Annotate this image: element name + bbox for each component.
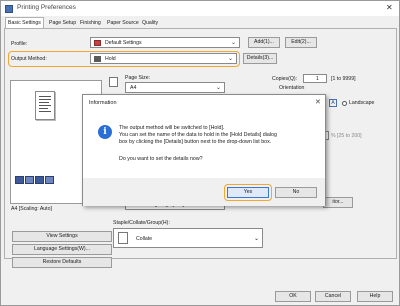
- output-method-value: Hold: [105, 56, 116, 62]
- details-button[interactable]: Details(3)...: [243, 53, 277, 64]
- info-icon: i: [98, 125, 112, 139]
- add-profile-button[interactable]: Add(1)...: [248, 37, 280, 48]
- dialog-message-line-2: You can set the name of the data to hold…: [119, 132, 277, 138]
- page-size-icon: [109, 77, 118, 87]
- page-size-select[interactable]: A4 ⌄: [125, 82, 225, 93]
- help-button[interactable]: Help: [357, 291, 393, 302]
- edit-profile-button[interactable]: Edit(2)...: [285, 37, 317, 48]
- duplex-icon: [25, 176, 34, 184]
- landscape-radio[interactable]: [342, 101, 347, 106]
- chevron-down-icon: ⌄: [227, 56, 233, 62]
- orientation-label: Orientation: [279, 85, 305, 91]
- profile-select[interactable]: Default Settings ⌄: [90, 37, 240, 48]
- layout-icon: [15, 176, 24, 184]
- printing-preferences-window: Printing Preferences ✕ Basic Settings Pa…: [0, 0, 400, 306]
- scaling-range: % [25 to 200]: [331, 133, 362, 139]
- view-settings-button[interactable]: View Settings: [12, 231, 112, 242]
- staple-collate-label: Staple/Collate/Group(H):: [113, 220, 170, 226]
- collate-icon: [45, 176, 54, 184]
- staple-collate-select[interactable]: Collate ⌄: [113, 228, 263, 248]
- output-method-select[interactable]: Hold ⌄: [90, 53, 237, 64]
- tab-paper-source[interactable]: Paper Source: [105, 18, 141, 28]
- dialog-footer: Yes No: [83, 178, 325, 206]
- landscape-icon: A: [329, 99, 337, 107]
- dialog-title: Information: [89, 100, 117, 106]
- preview-caption: A4 [Scaling: Auto]: [11, 206, 52, 212]
- dialog-question: Do you want to set the details now?: [119, 156, 203, 162]
- cancel-button[interactable]: Cancel: [315, 291, 351, 302]
- collate-page-icon: [118, 232, 128, 244]
- chevron-down-icon: ⌄: [253, 236, 259, 242]
- title-bar: Printing Preferences ✕: [1, 1, 399, 16]
- dialog-message-line-3: box by clicking the [Details] button nex…: [119, 139, 272, 145]
- restore-defaults-button[interactable]: Restore Defaults: [12, 257, 112, 268]
- no-button[interactable]: No: [275, 187, 317, 198]
- window-title: Printing Preferences: [17, 4, 76, 11]
- copies-value: 1: [316, 76, 319, 82]
- staple-icon: [35, 176, 44, 184]
- chevron-down-icon: ⌄: [230, 40, 236, 46]
- profile-label: Profile:: [11, 41, 28, 47]
- dialog-close-icon[interactable]: ✕: [315, 98, 321, 106]
- copies-label: Copies(Q):: [272, 76, 298, 82]
- landscape-label: Landscape: [349, 100, 375, 106]
- window-close-icon[interactable]: ✕: [386, 3, 393, 12]
- profile-icon: [94, 40, 101, 46]
- printer-icon: [5, 5, 13, 13]
- copies-range: [1 to 9999]: [331, 76, 356, 82]
- ok-button[interactable]: OK: [275, 291, 311, 302]
- output-method-label: Output Method:: [11, 56, 47, 62]
- yes-button[interactable]: Yes: [227, 187, 269, 198]
- staple-collate-value: Collate: [136, 236, 153, 242]
- tab-page-setup[interactable]: Page Setup: [47, 18, 78, 28]
- paper-preview-icon: [35, 91, 55, 120]
- language-settings-button[interactable]: Language Settings(W)...: [12, 244, 112, 255]
- tab-quality[interactable]: Quality: [140, 18, 160, 28]
- information-dialog: Information ✕ i The output method will b…: [82, 94, 326, 206]
- page-size-label: Page Size:: [125, 75, 151, 81]
- profile-value: Default Settings: [105, 40, 142, 46]
- hold-printer-icon: [94, 56, 101, 62]
- editor-button[interactable]: itor...: [323, 197, 353, 208]
- dialog-message-line-1: The output method will be switched to [H…: [119, 125, 225, 131]
- copies-stepper[interactable]: 1: [303, 74, 327, 83]
- tab-finishing[interactable]: Finishing: [78, 18, 103, 28]
- page-size-value: A4: [130, 85, 137, 91]
- chevron-down-icon: ⌄: [215, 85, 221, 91]
